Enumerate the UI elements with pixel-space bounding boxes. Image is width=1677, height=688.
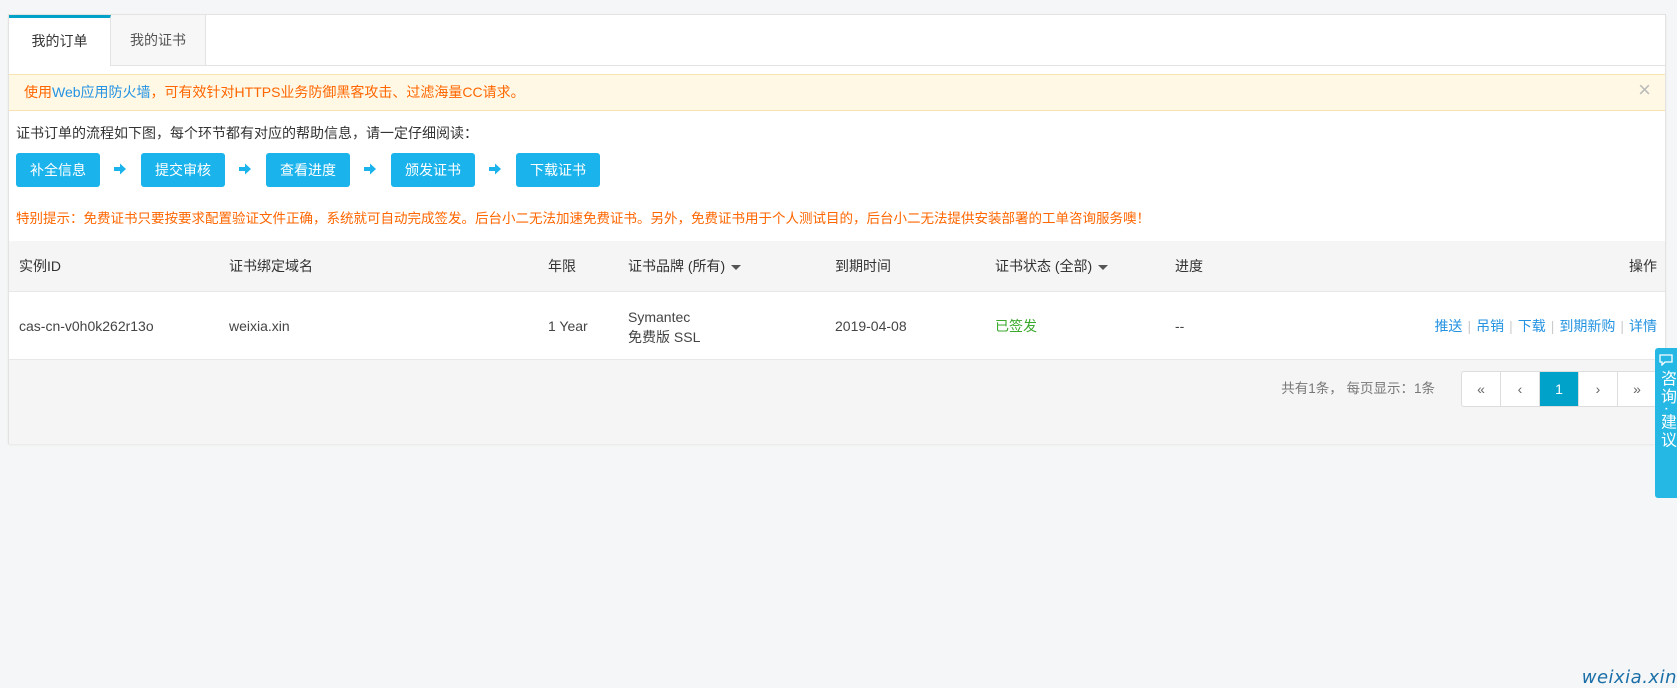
divider: |: [1467, 318, 1472, 334]
page-1-button[interactable]: 1: [1540, 372, 1579, 406]
pagination: « ‹ 1 › »: [1461, 371, 1657, 407]
flow-step-check-progress[interactable]: 查看进度: [266, 153, 350, 187]
divider: |: [1620, 318, 1624, 334]
cell-domain: weixia.xin: [229, 318, 290, 334]
col-status-filter[interactable]: 证书状态 (全部): [995, 241, 1109, 292]
table-header: 实例ID 证书绑定域名 年限 证书品牌 (所有) 到期时间 证书状态 (全部) …: [9, 241, 1665, 292]
arrow-right-icon: [364, 163, 376, 175]
cell-progress: --: [1175, 318, 1185, 334]
last-page-button[interactable]: »: [1618, 372, 1656, 406]
download-link[interactable]: 下载: [1518, 318, 1546, 334]
row-actions: 推送 | 吊销 | 下载 | 到期新购 | 详情: [1434, 292, 1657, 360]
status-badge: 已签发: [995, 318, 1037, 334]
push-link[interactable]: 推送: [1434, 318, 1462, 334]
consult-feedback-button[interactable]: 咨询·建议: [1655, 348, 1677, 498]
caret-down-icon: [1098, 264, 1109, 270]
caret-down-icon: [731, 264, 742, 270]
chat-icon: [1659, 354, 1673, 366]
table-row: cas-cn-v0h0k262r13o weixia.xin 1 Year Sy…: [9, 292, 1665, 360]
cell-brand-edition: 免费版 SSL: [628, 329, 701, 345]
col-brand-label: 证书品牌 (所有): [628, 258, 726, 274]
cell-expire: 2019-04-08: [835, 318, 907, 334]
first-page-button[interactable]: «: [1462, 372, 1501, 406]
tab-bar: 我的订单 我的证书: [9, 15, 1665, 66]
promo-alert: 使用Web应用防火墙，可有效针对HTTPS业务防御黑客攻击、过滤海量CC请求。 …: [9, 74, 1665, 111]
cell-instance-id: cas-cn-v0h0k262r13o: [19, 318, 154, 334]
flow-intro-text: 证书订单的流程如下图，每个环节都有对应的帮助信息，请一定仔细阅读：: [16, 125, 478, 141]
flow-step-issue-cert[interactable]: 颁发证书: [391, 153, 475, 187]
cell-term: 1 Year: [548, 318, 588, 334]
tab-my-certificates[interactable]: 我的证书: [111, 15, 206, 66]
col-instance-id: 实例ID: [19, 258, 61, 274]
details-link[interactable]: 详情: [1629, 318, 1657, 334]
col-progress: 进度: [1175, 258, 1203, 274]
arrow-right-icon: [114, 163, 126, 175]
consult-label: 咨询·建议: [1658, 370, 1675, 450]
col-status-label: 证书状态 (全部): [995, 258, 1093, 274]
waf-link[interactable]: Web应用防火墙: [52, 84, 151, 100]
close-icon[interactable]: ×: [1638, 75, 1651, 105]
col-actions: 操作: [1629, 258, 1657, 274]
watermark: weixia.xin: [1581, 667, 1677, 688]
col-expire: 到期时间: [835, 258, 891, 274]
arrow-right-icon: [489, 163, 501, 175]
col-domain: 证书绑定域名: [229, 258, 313, 274]
divider: |: [1550, 318, 1555, 334]
alert-suffix: ，可有效针对HTTPS业务防御黑客攻击、过滤海量CC请求。: [150, 84, 525, 100]
special-notice: 特别提示：免费证书只要按要求配置验证文件正确，系统就可自动完成签发。后台小二无法…: [16, 211, 1150, 226]
alert-prefix: 使用: [24, 84, 52, 100]
col-brand-filter[interactable]: 证书品牌 (所有): [628, 241, 742, 292]
flow-step-download-cert[interactable]: 下载证书: [516, 153, 600, 187]
col-term: 年限: [548, 258, 576, 274]
next-page-button[interactable]: ›: [1579, 372, 1618, 406]
revoke-link[interactable]: 吊销: [1476, 318, 1504, 334]
arrow-right-icon: [239, 163, 251, 175]
flow-step-complete-info[interactable]: 补全信息: [16, 153, 100, 187]
cell-brand-name: Symantec: [628, 309, 691, 325]
tab-my-orders[interactable]: 我的订单: [9, 15, 111, 66]
orders-panel: 我的订单 我的证书 使用Web应用防火墙，可有效针对HTTPS业务防御黑客攻击、…: [8, 14, 1666, 444]
prev-page-button[interactable]: ‹: [1501, 372, 1540, 406]
page-info: 共有1条， 每页显示：1条: [1281, 381, 1435, 396]
flow-step-submit-review[interactable]: 提交审核: [141, 153, 225, 187]
divider: |: [1509, 318, 1513, 334]
table-footer: 共有1条， 每页显示：1条 « ‹ 1 › »: [9, 360, 1665, 444]
cell-brand: Symantec 免费版 SSL: [628, 307, 700, 347]
renew-link[interactable]: 到期新购: [1559, 318, 1615, 334]
